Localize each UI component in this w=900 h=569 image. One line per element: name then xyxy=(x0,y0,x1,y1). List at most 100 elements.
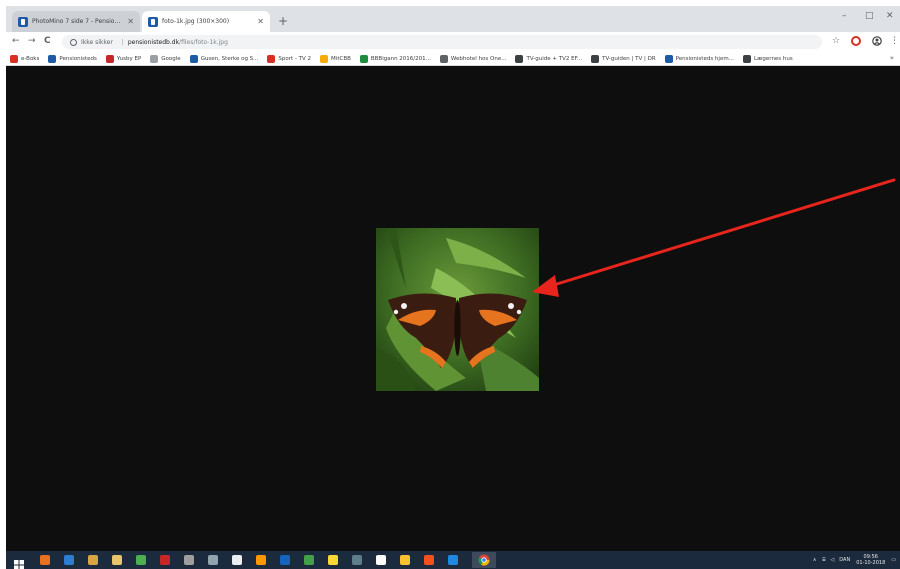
system-tray: ∧ ⌸ ◁ DAN 09:56 01-10-2018 ▭ xyxy=(813,553,896,567)
bookmark-favicon-icon xyxy=(439,54,448,63)
close-tab-icon[interactable]: ✕ xyxy=(127,17,134,26)
app-icon[interactable] xyxy=(64,555,74,565)
opera-extension-icon[interactable] xyxy=(851,36,861,49)
bookmark-favicon-icon xyxy=(105,54,114,63)
back-button[interactable]: ← xyxy=(12,36,20,46)
close-window-button[interactable]: ✕ xyxy=(886,11,894,21)
app-icon[interactable] xyxy=(208,555,218,565)
url-separator: | xyxy=(121,38,124,46)
bookmark-label: MitCBB xyxy=(331,55,351,62)
info-icon[interactable] xyxy=(70,38,77,46)
bookmark-favicon-icon xyxy=(320,54,329,63)
app-icon[interactable] xyxy=(280,555,290,565)
app-icon[interactable] xyxy=(232,555,242,565)
app-icon[interactable] xyxy=(400,555,410,565)
bookmark-label: e-Boks xyxy=(21,55,40,62)
bookmarks-bar: e-Boks Pensionisteds Yusby EP Google Gusen, … xyxy=(6,52,900,66)
tab-strip: PhotoMino 7 side 7 - Pensionist ✕ foto-1… xyxy=(6,6,900,32)
security-label: Ikke sikker xyxy=(81,38,113,46)
pensionisteds-favicon-icon xyxy=(148,16,158,27)
tab-photomino[interactable]: PhotoMino 7 side 7 - Pensionist ✕ xyxy=(12,11,140,32)
tray-chevron-icon[interactable]: ∧ xyxy=(813,557,817,563)
app-icon[interactable] xyxy=(160,555,170,565)
edge-icon[interactable] xyxy=(448,555,458,565)
network-icon[interactable]: ⌸ xyxy=(822,557,825,563)
image-viewer xyxy=(6,67,900,551)
pensionisteds-favicon-icon xyxy=(18,16,28,27)
bookmark-favicon-icon xyxy=(150,54,159,63)
address-bar[interactable]: Ikke sikker | pensionistedb.dk /files/fo… xyxy=(62,35,822,49)
bookmark-favicon-icon xyxy=(515,54,524,63)
tab-foto-image[interactable]: foto-1k.jpg (300×300) ✕ xyxy=(142,11,270,32)
bookmark-item[interactable]: TV-guiden | TV | DR xyxy=(591,54,656,63)
close-tab-icon[interactable]: ✕ xyxy=(257,17,264,26)
windows-start-icon[interactable] xyxy=(14,555,24,569)
url-path: /files/foto-1k.jpg xyxy=(179,38,228,46)
bookmark-item[interactable]: Gusen, Sterke og S... xyxy=(189,54,259,63)
tab-title: PhotoMino 7 side 7 - Pensionist xyxy=(32,18,124,25)
bookmark-label: Lægernes hus xyxy=(753,55,793,62)
browser-toolbar: ← → C Ikke sikker | pensionistedb.dk /fi… xyxy=(6,32,900,52)
app-icon[interactable] xyxy=(376,555,386,565)
bookmark-favicon-icon xyxy=(591,54,600,63)
bookmark-label: Gusen, Sterke og S... xyxy=(200,55,259,62)
bookmark-item[interactable]: BBBigann 2016/201... xyxy=(359,54,431,63)
clock[interactable]: 09:56 01-10-2018 xyxy=(856,554,885,566)
minimize-button[interactable]: – xyxy=(842,11,847,21)
bookmark-label: TV-guide + TV2 EF... xyxy=(526,55,583,62)
tab-title: foto-1k.jpg (300×300) xyxy=(162,18,230,25)
annotation-arrow xyxy=(532,178,896,297)
chrome-taskbar-button[interactable] xyxy=(472,552,496,568)
app-icon[interactable] xyxy=(424,555,434,565)
volume-icon[interactable]: ◁ xyxy=(830,557,834,563)
forward-button[interactable]: → xyxy=(28,36,36,46)
bookmark-favicon-icon xyxy=(48,54,57,63)
notifications-icon[interactable]: ▭ xyxy=(891,557,896,563)
url-host: pensionistedb.dk xyxy=(127,38,180,46)
app-icon[interactable] xyxy=(328,555,338,565)
bookmark-item[interactable]: Lægernes hus xyxy=(742,54,793,63)
bookmark-label: Webhotel hos One... xyxy=(450,55,507,62)
bookmark-label: BBBigann 2016/201... xyxy=(370,55,431,62)
bookmark-label: Pensionisteds hjem... xyxy=(675,55,734,62)
windows-taskbar: ∧ ⌸ ◁ DAN 09:56 01-10-2018 ▭ xyxy=(6,551,900,569)
bookmark-item[interactable]: e-Boks xyxy=(10,54,40,63)
clock-date: 01-10-2018 xyxy=(856,560,886,566)
bookmark-label: Google xyxy=(161,55,181,62)
bookmark-item[interactable]: Pensionisteds xyxy=(48,54,97,63)
bookmark-item[interactable]: Pensionisteds hjem... xyxy=(664,54,734,63)
bookmark-label: Sport - TV 2 xyxy=(278,55,312,62)
bookmark-favicon-icon xyxy=(359,54,368,63)
bookmark-favicon-icon xyxy=(267,54,276,63)
app-icon[interactable] xyxy=(304,555,314,565)
chrome-menu-icon[interactable]: ⋮ xyxy=(890,36,899,46)
bookmark-favicon-icon xyxy=(10,54,18,63)
bookmark-item[interactable]: Yusby EP xyxy=(105,54,142,63)
reload-button[interactable]: C xyxy=(44,36,51,46)
bookmarks-overflow-button[interactable]: » xyxy=(890,54,894,62)
bookmark-label: TV-guiden | TV | DR xyxy=(602,55,656,62)
app-icon[interactable] xyxy=(184,555,194,565)
bookmark-item[interactable]: Webhotel hos One... xyxy=(439,54,507,63)
app-icon[interactable] xyxy=(136,555,146,565)
bookmark-item[interactable]: TV-guide + TV2 EF... xyxy=(515,54,583,63)
bookmark-item[interactable]: Google xyxy=(150,54,181,63)
new-tab-button[interactable]: + xyxy=(278,15,288,27)
bookmark-label: Yusby EP xyxy=(116,55,142,62)
app-icon[interactable] xyxy=(40,555,50,565)
bookmark-favicon-icon xyxy=(742,54,751,63)
maximize-button[interactable]: □ xyxy=(865,11,874,21)
profile-avatar-icon[interactable] xyxy=(872,36,882,49)
app-icon[interactable] xyxy=(352,555,362,565)
file-explorer-icon[interactable] xyxy=(112,555,122,565)
vlc-icon[interactable] xyxy=(256,555,266,565)
bookmark-favicon-icon xyxy=(664,54,673,63)
bookmark-star-icon[interactable]: ☆ xyxy=(832,36,840,46)
bookmark-label: Pensionisteds xyxy=(59,55,97,62)
app-icon[interactable] xyxy=(88,555,98,565)
bookmark-favicon-icon xyxy=(189,54,198,63)
browser-window: PhotoMino 7 side 7 - Pensionist ✕ foto-1… xyxy=(6,6,900,569)
language-indicator[interactable]: DAN xyxy=(839,557,850,563)
bookmark-item[interactable]: Sport - TV 2 xyxy=(267,54,312,63)
bookmark-item[interactable]: MitCBB xyxy=(320,54,351,63)
